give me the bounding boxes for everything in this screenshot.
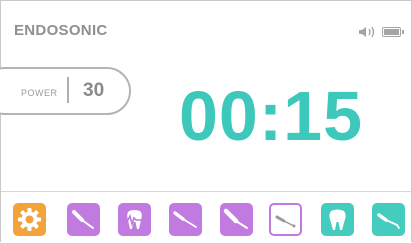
gear-icon bbox=[18, 208, 41, 231]
power-value: 30 bbox=[83, 80, 105, 101]
app-title: ENDOSONIC bbox=[14, 22, 108, 39]
power-divider bbox=[67, 77, 69, 103]
battery-icon bbox=[382, 27, 404, 37]
mode-toolbar bbox=[1, 191, 411, 243]
power-label: POWER bbox=[21, 88, 58, 98]
device-screen: ENDOSONIC POWER 30 00:15 bbox=[0, 0, 412, 243]
instrument-tip-icon bbox=[223, 208, 248, 229]
instrument-tip-icon bbox=[377, 213, 400, 229]
endo-tip-1-button[interactable] bbox=[67, 203, 100, 236]
tooth-button[interactable] bbox=[321, 203, 354, 236]
tooth-pulse-icon bbox=[122, 210, 147, 229]
tooth-icon bbox=[329, 209, 346, 230]
endo-tip-selected-button[interactable] bbox=[269, 203, 302, 236]
settings-button[interactable] bbox=[13, 203, 46, 236]
power-control[interactable]: POWER 30 bbox=[0, 67, 131, 115]
scaler-tip-button[interactable] bbox=[372, 203, 405, 236]
instrument-tip-icon bbox=[173, 211, 197, 228]
tooth-pulse-button[interactable] bbox=[118, 203, 151, 236]
speaker-volume-icon[interactable] bbox=[358, 25, 378, 39]
endo-tip-3-button[interactable] bbox=[220, 203, 253, 236]
timer-display: 00:15 bbox=[179, 77, 364, 155]
instrument-tip-icon bbox=[275, 215, 296, 228]
endo-tip-2-button[interactable] bbox=[169, 203, 202, 236]
instrument-tip-icon bbox=[72, 210, 94, 229]
